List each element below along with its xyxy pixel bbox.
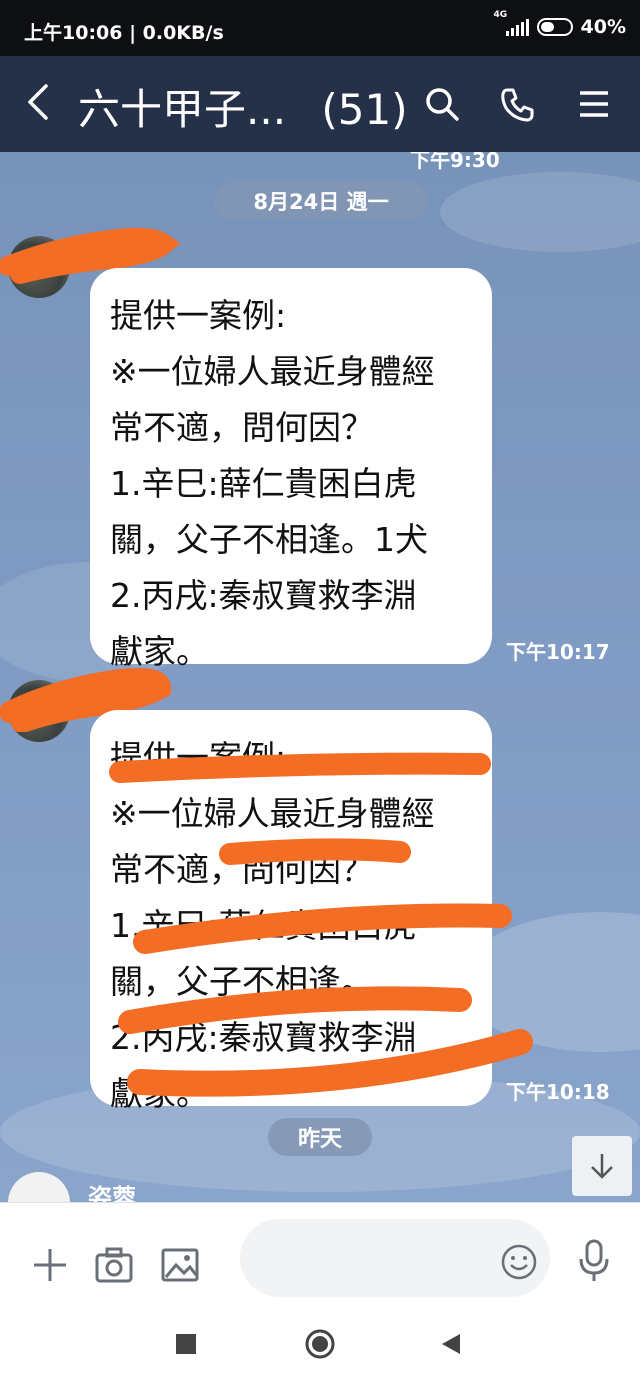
- arrow-down-icon: [591, 1154, 613, 1179]
- search-icon[interactable]: [420, 82, 464, 126]
- sender-name: 姿蓉: [88, 1184, 136, 1202]
- message-line: 獻家。: [110, 1074, 209, 1113]
- day-divider: 昨天: [268, 1118, 372, 1156]
- message-bubble[interactable]: 提供一案例: ※一位婦人最近身體經 常不適，問何因？ 1.辛巳:薛仁貴困白虎 關…: [90, 268, 492, 671]
- system-nav-bar: [0, 1310, 640, 1386]
- microphone-icon[interactable]: [578, 1239, 610, 1283]
- message-line: 常不適，問何因？: [110, 850, 374, 889]
- message-line: ※一位婦人最近身體經: [110, 794, 435, 833]
- signal-icon: 4G: [494, 10, 529, 36]
- scroll-to-bottom-button[interactable]: [572, 1136, 632, 1196]
- group-title: 六十甲子... (51): [78, 76, 408, 137]
- message-time: 下午10:18: [506, 1080, 610, 1104]
- message-input-bar: [0, 1202, 640, 1310]
- date-divider: 8月24日 週一: [214, 182, 428, 220]
- battery-level: 40%: [580, 16, 626, 38]
- member-count: (51): [321, 85, 408, 134]
- back-nav-icon[interactable]: [438, 1332, 462, 1356]
- message-line: 1.辛巳:薛仁貴困白虎: [110, 906, 417, 945]
- phone-icon[interactable]: [496, 82, 540, 126]
- status-indicators: 4G 40%: [494, 10, 626, 38]
- menu-icon[interactable]: [572, 82, 616, 126]
- chat-header: 六十甲子... (51): [0, 56, 640, 152]
- message-time: 下午10:17: [506, 640, 610, 664]
- message-line: 常不適，問何因？: [110, 408, 374, 447]
- message-line: 2.丙戌:秦叔寶救李淵: [110, 576, 417, 615]
- home-icon[interactable]: [304, 1328, 336, 1360]
- message-line: 1.辛巳:薛仁貴困白虎: [110, 464, 417, 503]
- message-line: ※一位婦人最近身體經: [110, 352, 435, 391]
- message-line: 關，父子不相逢。: [110, 962, 374, 1001]
- group-name: 六十甲子...: [78, 85, 287, 134]
- plus-icon[interactable]: [30, 1245, 70, 1285]
- image-icon[interactable]: [160, 1245, 200, 1285]
- message-line: 2.丙戌:秦叔寶救李淵: [110, 1018, 417, 1057]
- emoji-icon[interactable]: [500, 1243, 538, 1281]
- status-bar: 上午10:06 | 0.0KB/s 4G 40%: [0, 0, 640, 56]
- network-type: 4G: [493, 10, 508, 20]
- chat-area[interactable]: Tha 下午9:30 8月24日 週一 提供一案例: ※一位婦人最近身體經 常不…: [0, 152, 640, 1202]
- battery-icon: [536, 18, 573, 36]
- message-line: 關，父子不相逢。1犬: [110, 520, 428, 559]
- svg-text:Tha: Tha: [96, 152, 158, 156]
- message-bubble[interactable]: 提供一案例: ※一位婦人最近身體經 常不適，問何因？ 1.辛巳:薛仁貴困白虎 關…: [90, 710, 492, 1113]
- back-arrow-icon[interactable]: [20, 80, 60, 124]
- message-line: 提供一案例:: [110, 738, 287, 777]
- camera-icon[interactable]: [94, 1245, 134, 1285]
- message-line: 提供一案例:: [110, 296, 287, 335]
- previous-message-time: 下午9:30: [410, 152, 500, 172]
- previous-sticker-fragment: Tha: [96, 152, 158, 156]
- recents-icon[interactable]: [174, 1332, 198, 1356]
- status-time-speed: 上午10:06 | 0.0KB/s: [24, 22, 224, 44]
